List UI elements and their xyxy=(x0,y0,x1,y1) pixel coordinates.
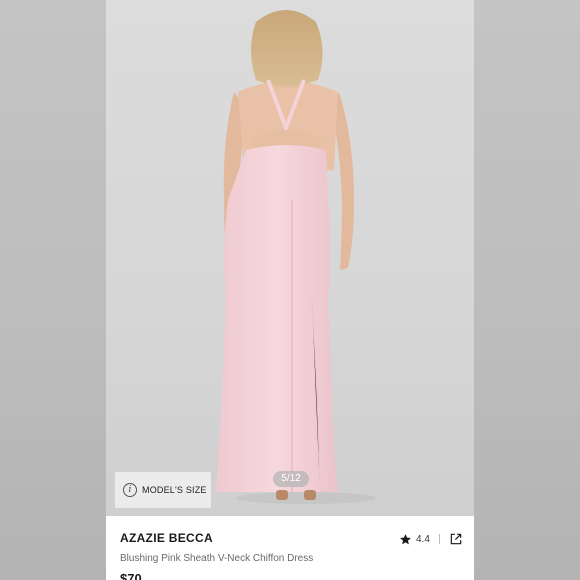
product-photo[interactable]: i MODEL'S SIZE 5/12 xyxy=(106,0,474,516)
info-icon: i xyxy=(123,483,137,497)
brand-name[interactable]: AZAZIE BECCA xyxy=(120,531,213,545)
model-size-label: MODEL'S SIZE xyxy=(142,485,207,495)
blurred-background-left xyxy=(0,0,106,580)
rating-group: 4.4 xyxy=(399,531,463,547)
price: $70 xyxy=(120,571,142,580)
image-counter: 5/12 xyxy=(273,471,309,487)
star-icon xyxy=(400,533,411,544)
model-illustration xyxy=(216,10,376,504)
listing-card: i MODEL'S SIZE 5/12 AZAZIE BECCA Blushin… xyxy=(106,0,474,580)
model-size-button[interactable]: i MODEL'S SIZE xyxy=(115,472,211,508)
blurred-background-right xyxy=(474,0,580,580)
product-title: Blushing Pink Sheath V-Neck Chiffon Dres… xyxy=(120,553,314,564)
rating-value: 4.4 xyxy=(416,533,430,545)
divider xyxy=(438,534,440,544)
share-external-icon[interactable] xyxy=(449,532,463,546)
